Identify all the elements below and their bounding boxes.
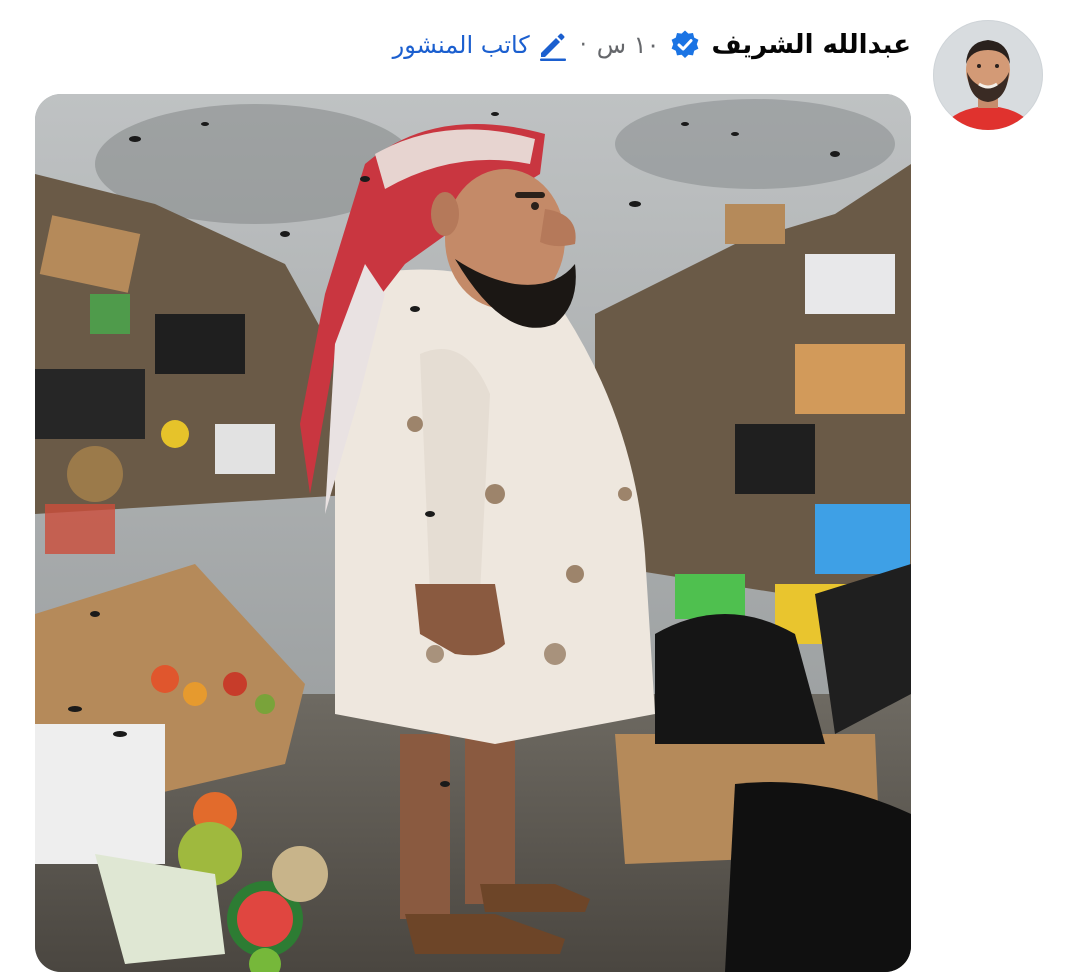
post-container: عبدالله الشريف ١٠ س · كاتب المنشور: [0, 0, 1066, 973]
author-avatar[interactable]: [933, 20, 1043, 130]
author-name[interactable]: عبدالله الشريف: [711, 30, 911, 60]
author-badge-label: كاتب المنشور: [392, 31, 530, 59]
post-header: عبدالله الشريف ١٠ س · كاتب المنشور: [393, 22, 911, 68]
separator-dot: ·: [579, 32, 587, 58]
verified-badge-icon: [669, 29, 701, 61]
author-badge: كاتب المنشور: [393, 28, 570, 62]
post-image[interactable]: [35, 94, 911, 972]
post-image-graphic: [35, 94, 911, 972]
avatar-image: [933, 20, 1043, 130]
post-timestamp[interactable]: ١٠ س: [597, 31, 660, 59]
pencil-icon: [536, 28, 570, 62]
